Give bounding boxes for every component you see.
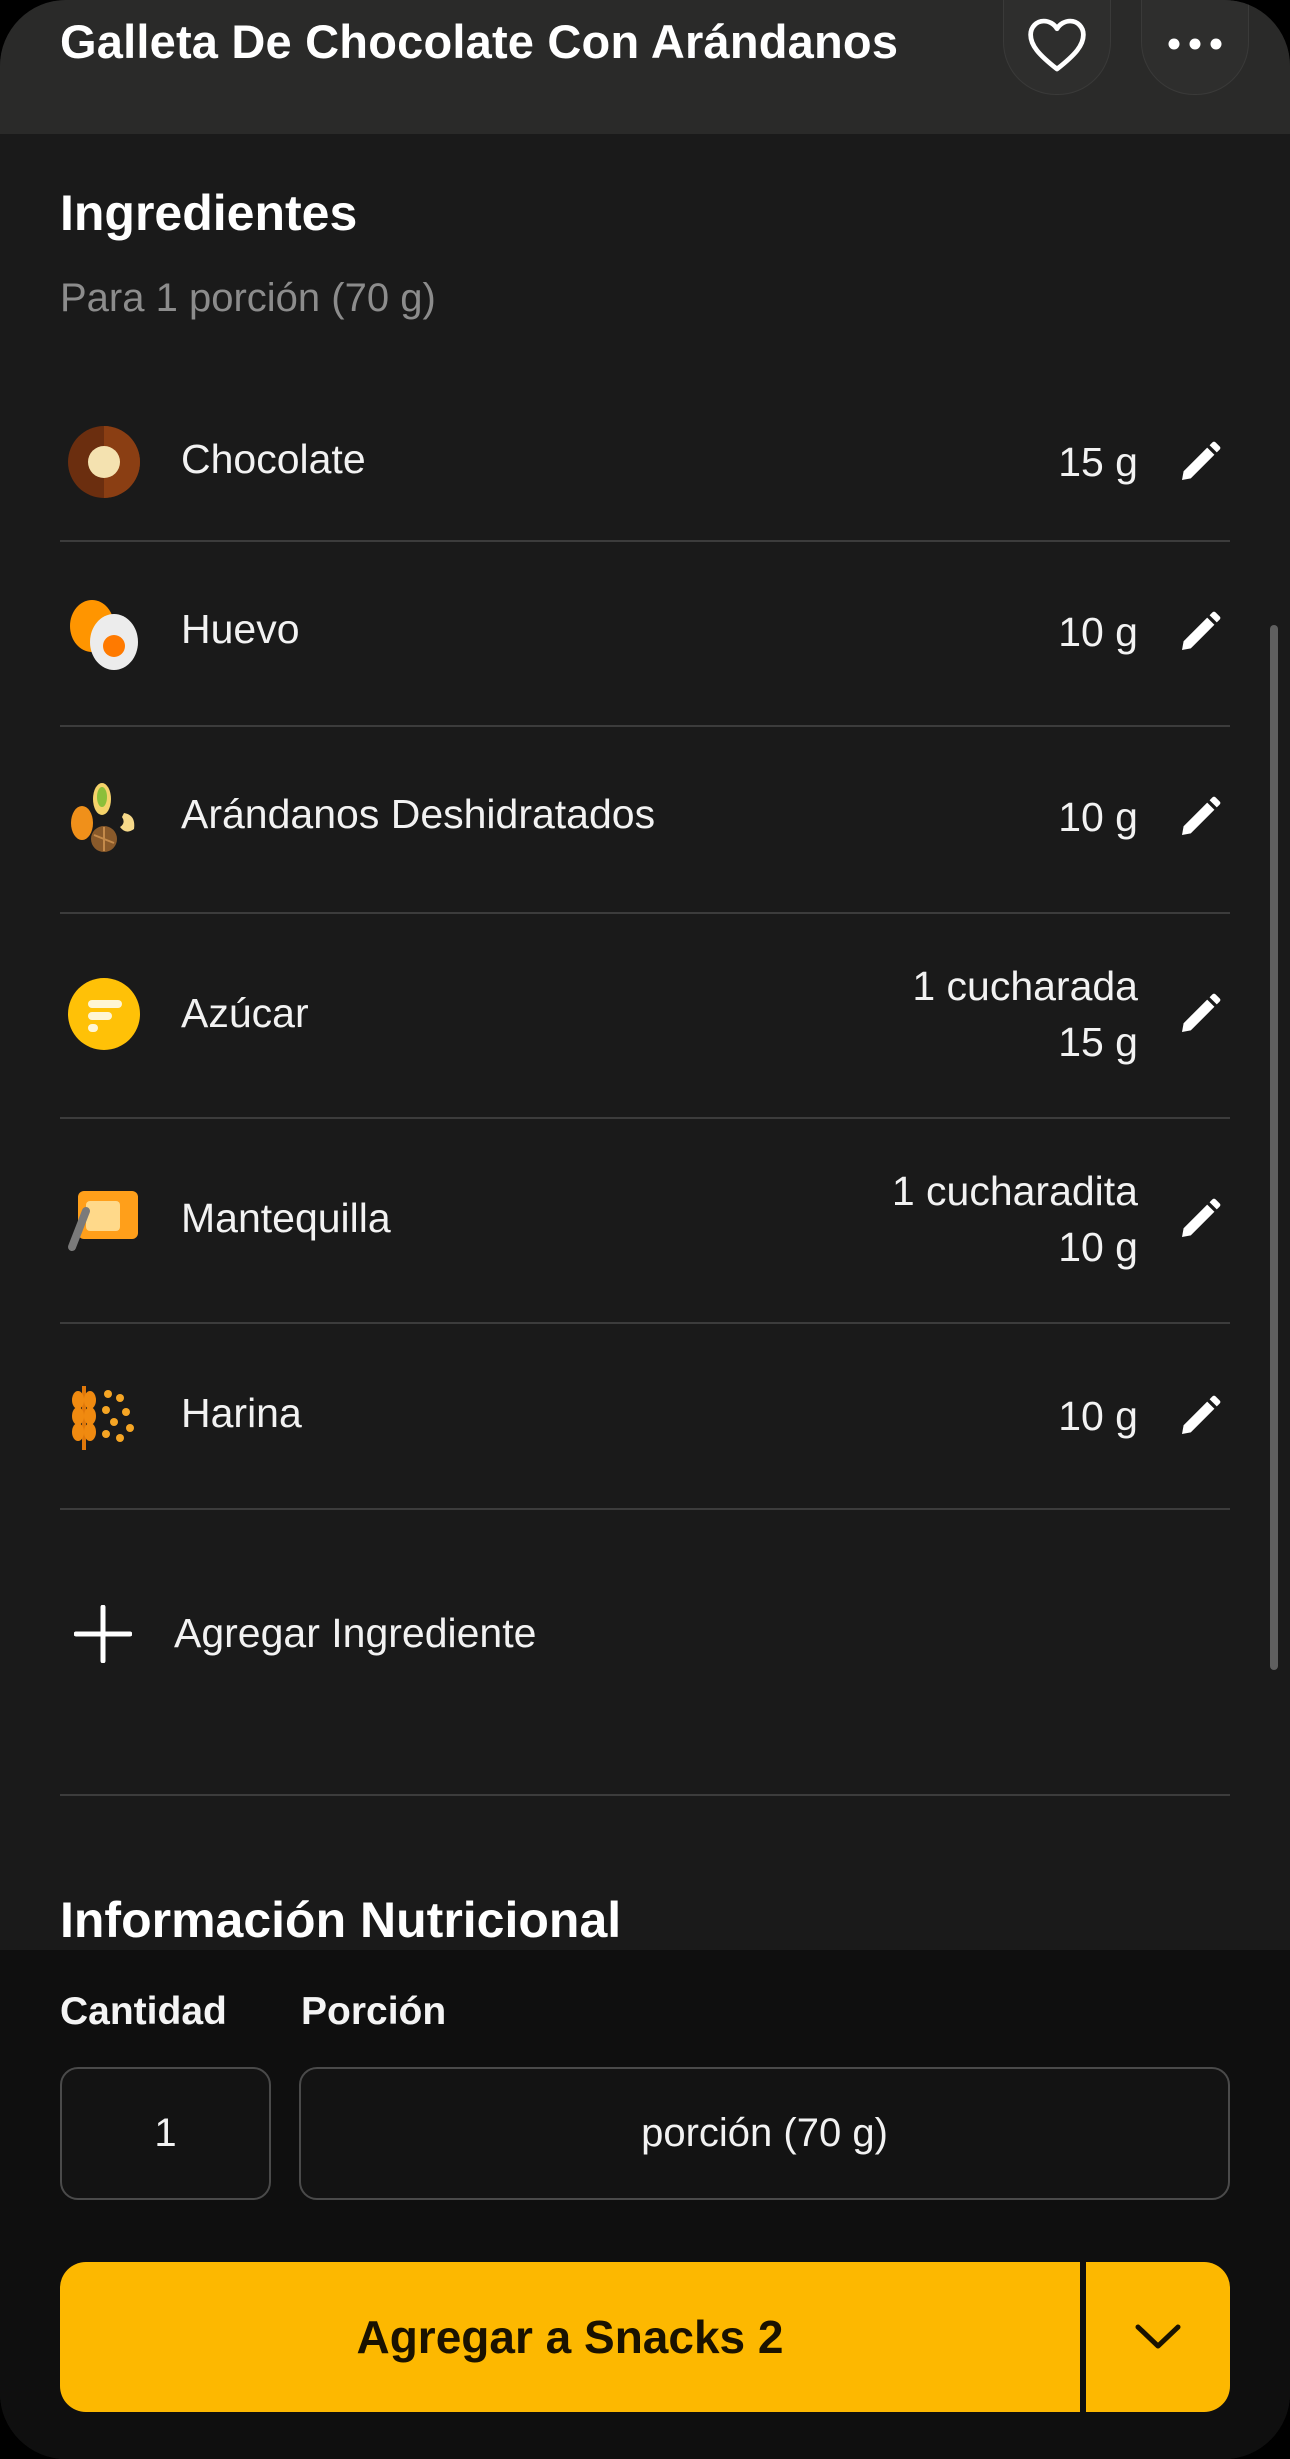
heart-outline-icon bbox=[1028, 18, 1086, 72]
ingredient-row[interactable]: Huevo 10 g bbox=[60, 540, 1230, 727]
recipe-detail-screen: Galleta De Chocolate Con Arándanos Ingre… bbox=[0, 0, 1290, 2459]
chevron-down-icon bbox=[1135, 2324, 1181, 2349]
quantity-input[interactable]: 1 bbox=[60, 2067, 271, 2200]
ingredient-name: Harina bbox=[181, 1390, 302, 1436]
edit-pencil-icon[interactable] bbox=[1176, 990, 1224, 1038]
wheat-icon bbox=[72, 1386, 134, 1450]
quantity-line: 1 cucharada bbox=[912, 963, 1138, 1009]
ingredient-quantity: 10 g bbox=[1058, 604, 1138, 660]
ingredient-name: Chocolate bbox=[181, 436, 366, 482]
add-ingredient-label: Agregar Ingrediente bbox=[174, 1610, 537, 1656]
ingredient-name: Mantequilla bbox=[181, 1195, 391, 1241]
ingredient-name: Azúcar bbox=[181, 990, 309, 1036]
plus-icon bbox=[74, 1605, 132, 1663]
quantity-line: 15 g bbox=[1058, 439, 1138, 485]
ingredients-portion-note: Para 1 porción (70 g) bbox=[60, 276, 436, 320]
chocolate-icon bbox=[68, 426, 140, 498]
ingredient-name: Arándanos Deshidratados bbox=[181, 791, 656, 837]
ingredient-quantity: 10 g bbox=[1058, 1388, 1138, 1444]
add-food-panel: Cantidad Porción 1 porción (70 g) Agrega… bbox=[0, 1950, 1290, 2459]
edit-pencil-icon[interactable] bbox=[1176, 1392, 1224, 1440]
meal-dropdown-button[interactable] bbox=[1086, 2262, 1230, 2412]
ingredient-row[interactable]: Arándanos Deshidratados 10 g bbox=[60, 727, 1230, 914]
ingredient-row[interactable]: Azúcar 1 cucharada 15 g bbox=[60, 914, 1230, 1119]
ingredient-quantity: 10 g bbox=[1058, 789, 1138, 845]
scrollbar[interactable] bbox=[1270, 625, 1278, 1670]
quantity-line: 1 cucharadita bbox=[891, 1168, 1138, 1214]
nutrition-heading: Información Nutricional bbox=[60, 1892, 622, 1948]
edit-pencil-icon[interactable] bbox=[1176, 438, 1224, 486]
quantity-line: 10 g bbox=[1058, 1224, 1138, 1270]
header-bar: Galleta De Chocolate Con Arándanos bbox=[0, 0, 1290, 134]
ellipsis-icon bbox=[1168, 38, 1222, 50]
portion-selector[interactable]: porción (70 g) bbox=[299, 2067, 1230, 2200]
more-options-button[interactable] bbox=[1141, 0, 1249, 95]
quantity-label: Cantidad bbox=[60, 1990, 227, 2033]
ingredient-quantity: 1 cucharadita 10 g bbox=[892, 1163, 1138, 1275]
butter-icon bbox=[68, 1191, 138, 1251]
edit-pencil-icon[interactable] bbox=[1176, 608, 1224, 656]
quantity-line: 10 g bbox=[1058, 1393, 1138, 1439]
recipe-title: Galleta De Chocolate Con Arándanos bbox=[60, 15, 899, 68]
ingredient-quantity: 15 g bbox=[1058, 434, 1138, 490]
portion-label: Porción bbox=[301, 1990, 447, 2033]
section-divider bbox=[60, 1794, 1230, 1796]
ingredient-row[interactable]: Harina 10 g bbox=[60, 1324, 1230, 1510]
edit-pencil-icon[interactable] bbox=[1176, 1195, 1224, 1243]
egg-icon bbox=[70, 600, 138, 670]
ingredient-row[interactable]: Mantequilla 1 cucharadita 10 g bbox=[60, 1119, 1230, 1324]
add-ingredient-button[interactable]: Agregar Ingrediente bbox=[60, 1580, 1230, 1720]
nuts-seeds-icon bbox=[71, 783, 135, 852]
add-to-meal-control: Agregar a Snacks 2 bbox=[60, 2262, 1230, 2412]
ingredient-quantity: 1 cucharada 15 g bbox=[912, 958, 1138, 1070]
ingredients-heading: Ingredientes bbox=[60, 185, 358, 241]
quantity-line: 10 g bbox=[1058, 609, 1138, 655]
edit-pencil-icon[interactable] bbox=[1176, 793, 1224, 841]
quantity-line: 15 g bbox=[1058, 1019, 1138, 1065]
sugar-icon bbox=[68, 978, 140, 1050]
quantity-line: 10 g bbox=[1058, 794, 1138, 840]
add-to-meal-button[interactable]: Agregar a Snacks 2 bbox=[60, 2262, 1080, 2412]
favorite-button[interactable] bbox=[1003, 0, 1111, 95]
ingredient-row[interactable]: Chocolate 15 g bbox=[60, 384, 1230, 542]
ingredient-name: Huevo bbox=[181, 606, 300, 652]
